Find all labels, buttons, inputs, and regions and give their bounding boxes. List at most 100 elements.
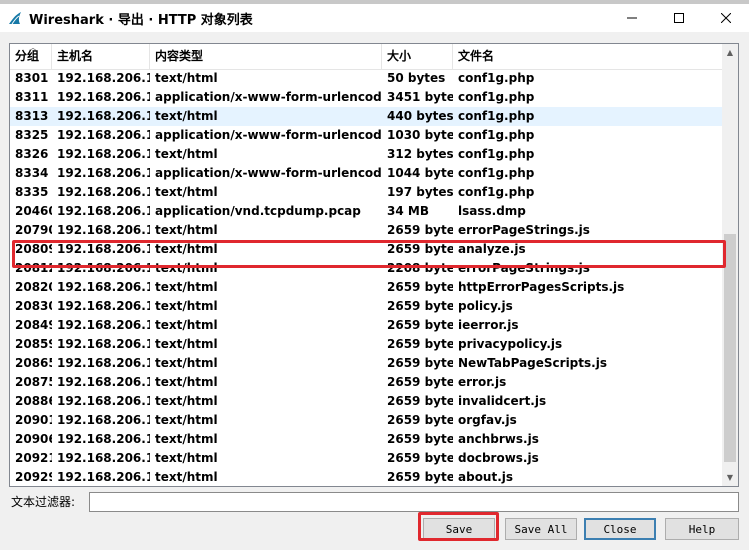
host-cell: 192.168.206.131 [57, 185, 150, 199]
size-cell: 2659 bytes [387, 223, 453, 237]
vertical-scrollbar[interactable]: ▲ ▼ [722, 44, 738, 486]
table-row[interactable]: 20820 192.168.206.131 text/html 2659 bytes h… [10, 278, 722, 297]
content-type-cell: application/x-www-form-urlencoded [155, 166, 382, 180]
table-row[interactable]: 20875 192.168.206.131 text/html 2659 bytes e… [10, 373, 722, 392]
text-filter-input[interactable] [89, 492, 739, 512]
content-type-cell: text/html [155, 413, 218, 427]
table-row[interactable]: 8326 192.168.206.131 text/html 312 bytes con… [10, 145, 722, 164]
size-cell: 2659 bytes [387, 318, 453, 332]
column-header-packet[interactable]: ︿ 分组 [10, 44, 52, 69]
table-row-lsass[interactable]: 20460 192.168.206.131 application/vnd.tcpd… [10, 202, 722, 221]
packet-cell: 20906 [15, 432, 52, 446]
column-header-filename-label: 文件名 [458, 49, 495, 63]
host-cell: 192.168.206.131 [57, 90, 150, 104]
table-row[interactable]: 8334 192.168.206.131 application/x-www-for… [10, 164, 722, 183]
filename-cell: about.js [458, 470, 514, 484]
packet-cell: 20921 [15, 451, 52, 465]
filename-cell: conf1g.php [458, 90, 535, 104]
table-row[interactable]: 20886 192.168.206.131 text/html 2659 bytes i… [10, 392, 722, 411]
filename-cell: error.js [458, 375, 507, 389]
scroll-up-icon[interactable]: ▲ [722, 44, 738, 61]
packet-cell: 8325 [15, 128, 49, 142]
filename-cell: conf1g.php [458, 185, 535, 199]
table-row[interactable]: 20929 192.168.206.131 text/html 2659 bytes a… [10, 468, 722, 486]
size-cell: 2659 bytes [387, 394, 453, 408]
table-row[interactable]: 20830 192.168.206.131 text/html 2659 bytes p… [10, 297, 722, 316]
table-row[interactable]: 8335 192.168.206.131 text/html 197 bytes con… [10, 183, 722, 202]
scrollbar-thumb[interactable] [724, 234, 736, 462]
scroll-down-icon[interactable]: ▼ [722, 469, 738, 486]
table-row[interactable]: 8301 192.168.206.131 text/html 50 bytes conf… [10, 69, 722, 88]
filename-cell: conf1g.php [458, 109, 535, 123]
table-row[interactable]: 20849 192.168.206.131 text/html 2659 bytes i… [10, 316, 722, 335]
close-window-button[interactable] [703, 4, 749, 32]
packet-cell: 8326 [15, 147, 49, 161]
content-type-cell: text/html [155, 318, 218, 332]
content-type-cell: application/x-www-form-urlencoded [155, 90, 382, 104]
close-icon [721, 13, 731, 23]
content-type-cell: text/html [155, 470, 218, 484]
filename-cell: conf1g.php [458, 147, 535, 161]
filename-cell: analyze.js [458, 242, 526, 256]
title-bar: Wireshark · 导出 · HTTP 对象列表 [0, 4, 749, 32]
packet-cell: 8301 [15, 71, 49, 85]
save-button[interactable]: Save [423, 518, 495, 540]
content-type-cell: application/vnd.tcpdump.pcap [155, 204, 361, 218]
filename-cell: ieerror.js [458, 318, 519, 332]
column-header-hostname[interactable]: 主机名 [52, 44, 150, 69]
table-row[interactable]: 20901 192.168.206.131 text/html 2659 bytes o… [10, 411, 722, 430]
packet-cell: 20812 [15, 261, 52, 275]
packet-cell: 20865 [15, 356, 52, 370]
table-row[interactable]: 8325 192.168.206.131 application/x-www-for… [10, 126, 722, 145]
table-row[interactable]: 20812 192.168.206.131 text/html 2208 bytes e… [10, 259, 722, 278]
filename-cell: NewTabPageScripts.js [458, 356, 607, 370]
host-cell: 192.168.206.131 [57, 204, 150, 218]
table-row[interactable]: 20906 192.168.206.131 text/html 2659 bytes a… [10, 430, 722, 449]
text-filter-label: 文本过滤器: [11, 495, 76, 509]
content-type-cell: text/html [155, 147, 218, 161]
host-cell: 192.168.206.131 [57, 242, 150, 256]
host-cell: 192.168.206.131 [57, 356, 150, 370]
size-cell: 2659 bytes [387, 280, 453, 294]
filename-cell: conf1g.php [458, 71, 535, 85]
content-type-cell: text/html [155, 280, 218, 294]
host-cell: 192.168.206.131 [57, 166, 150, 180]
content-type-cell: text/html [155, 223, 218, 237]
size-cell: 440 bytes [387, 109, 453, 123]
host-cell: 192.168.206.131 [57, 109, 150, 123]
size-cell: 2659 bytes [387, 432, 453, 446]
table-row[interactable]: 20921 192.168.206.131 text/html 2659 bytes d… [10, 449, 722, 468]
packet-cell: 8311 [15, 90, 49, 104]
column-header-size[interactable]: 大小 [382, 44, 453, 69]
host-cell: 192.168.206.131 [57, 394, 150, 408]
packet-cell: 20830 [15, 299, 52, 313]
minimize-button[interactable] [609, 4, 655, 32]
size-cell: 197 bytes [387, 185, 453, 199]
table-row[interactable]: 20809 192.168.206.131 text/html 2659 bytes a… [10, 240, 722, 259]
table-row-hovered[interactable]: 8313 192.168.206.131 text/html 440 bytes con… [10, 107, 722, 126]
save-all-button[interactable]: Save All [505, 518, 577, 540]
packet-cell: 20901 [15, 413, 52, 427]
minimize-icon [627, 17, 637, 19]
packet-cell: 20849 [15, 318, 52, 332]
table-row[interactable]: 20790 192.168.206.131 text/html 2659 bytes e… [10, 221, 722, 240]
table-row[interactable]: 8311 192.168.206.131 application/x-www-for… [10, 88, 722, 107]
packet-cell: 8313 [15, 109, 49, 123]
column-header-content-type[interactable]: 内容类型 [150, 44, 382, 69]
help-button[interactable]: Help [665, 518, 739, 540]
close-button[interactable]: Close [584, 518, 656, 540]
http-object-list[interactable]: ︿ 分组 主机名 内容类型 大小 文件名 8301 192.168.206.131… [9, 43, 739, 487]
filename-cell: privacypolicy.js [458, 337, 563, 351]
content-type-cell: text/html [155, 109, 218, 123]
table-row[interactable]: 20865 192.168.206.131 text/html 2659 bytes N… [10, 354, 722, 373]
column-header-filename[interactable]: 文件名 [453, 44, 722, 69]
maximize-button[interactable] [656, 4, 702, 32]
host-cell: 192.168.206.131 [57, 470, 150, 484]
host-cell: 192.168.206.131 [57, 299, 150, 313]
content-type-cell: text/html [155, 299, 218, 313]
size-cell: 1044 bytes [387, 166, 453, 180]
table-row[interactable]: 20859 192.168.206.131 text/html 2659 bytes p… [10, 335, 722, 354]
packet-cell: 20820 [15, 280, 52, 294]
packet-cell: 20929 [15, 470, 52, 484]
filename-cell: anchbrws.js [458, 432, 539, 446]
